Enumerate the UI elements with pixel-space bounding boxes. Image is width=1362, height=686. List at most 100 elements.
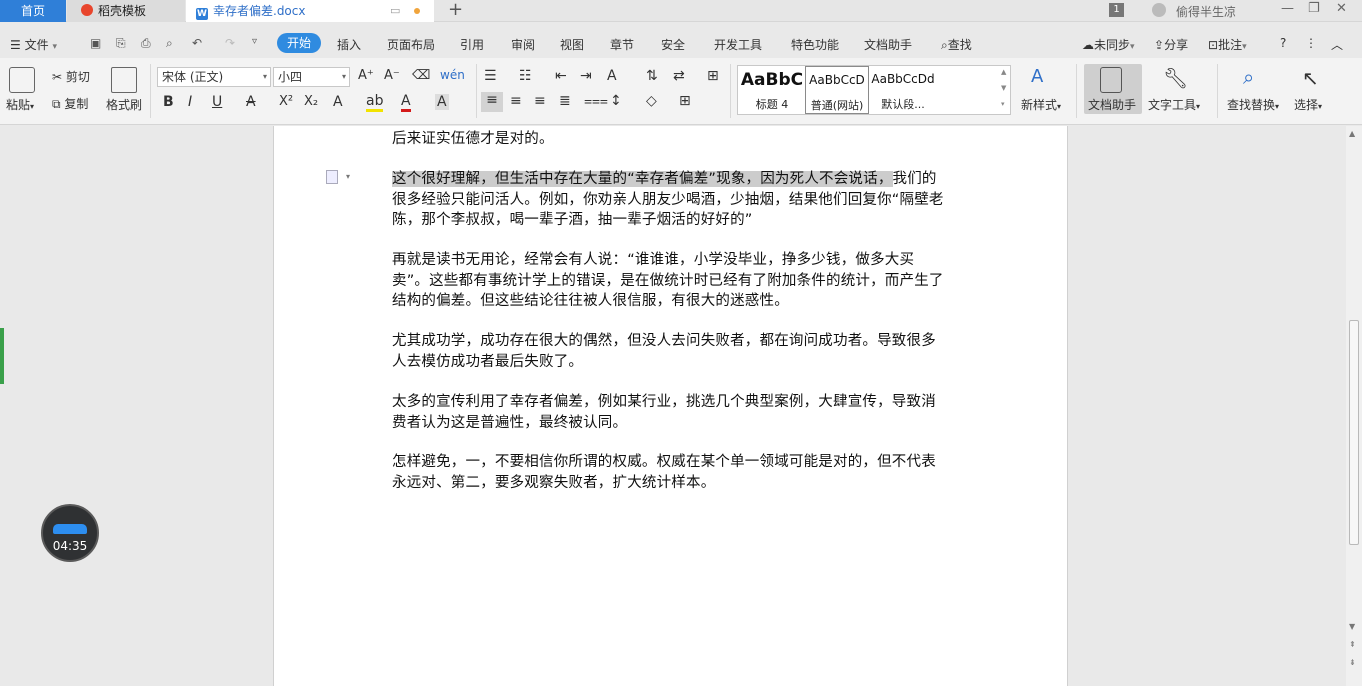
- export-pdf-icon[interactable]: ⎘: [116, 36, 126, 51]
- avatar[interactable]: [1152, 3, 1166, 17]
- tab-home[interactable]: 首页: [0, 0, 66, 22]
- grow-font-icon[interactable]: A⁺: [358, 68, 374, 83]
- table-icon[interactable]: ⊞: [707, 68, 719, 84]
- new-tab-button[interactable]: +: [448, 0, 463, 20]
- chinese-layout-icon[interactable]: A: [607, 68, 617, 84]
- italic-icon[interactable]: I: [188, 94, 192, 110]
- style-normal-web[interactable]: AaBbCcD 普通(网站): [805, 66, 869, 114]
- cursor-icon[interactable]: ↖: [1302, 66, 1319, 90]
- wrench-icon[interactable]: 🔧︎: [1163, 66, 1188, 90]
- more-icon[interactable]: ⋮: [1305, 36, 1317, 50]
- scroll-up-icon[interactable]: ▲: [1349, 129, 1355, 138]
- recording-timer-widget[interactable]: 04:35: [41, 504, 99, 562]
- paste-button[interactable]: 粘贴▾: [6, 96, 34, 113]
- tab-doc-assistant[interactable]: 文档助手: [864, 36, 912, 53]
- line-spacing-icon[interactable]: ↕: [610, 93, 622, 109]
- tab-security[interactable]: 安全: [661, 36, 685, 53]
- share-button[interactable]: ⇪分享: [1154, 36, 1188, 53]
- paragraph-2[interactable]: 这个很好理解，但生活中存在大量的“幸存者偏差”现象，因为死人不会说话，我们的很多…: [392, 169, 948, 231]
- scrollbar-thumb[interactable]: [1349, 320, 1359, 545]
- underline-icon[interactable]: U: [212, 94, 222, 110]
- font-name-select[interactable]: 宋体 (正文) ▾: [157, 67, 271, 87]
- paste-icon[interactable]: [9, 67, 35, 93]
- file-menu[interactable]: ☰ 文件 ▾: [10, 36, 57, 53]
- tab-page-layout[interactable]: 页面布局: [387, 36, 435, 53]
- align-left-icon[interactable]: ≡: [481, 92, 503, 112]
- tab-start[interactable]: 开始: [277, 33, 321, 53]
- find-replace-button[interactable]: 查找替换▾: [1227, 96, 1279, 113]
- tab-references[interactable]: 引用: [460, 36, 484, 53]
- style-expand-icon[interactable]: ▾: [1001, 100, 1005, 108]
- window-count-badge[interactable]: 1: [1109, 3, 1124, 17]
- show-marks-icon[interactable]: ⇄: [673, 68, 685, 84]
- justify-icon[interactable]: ≣: [559, 93, 571, 109]
- highlight-icon[interactable]: ab: [366, 93, 384, 112]
- paragraph-layout-icon[interactable]: [326, 170, 338, 184]
- magnifier-icon[interactable]: ⌕: [1243, 65, 1254, 89]
- border-icon[interactable]: ⊞: [679, 93, 691, 109]
- clear-format-icon[interactable]: ⌫: [412, 68, 430, 83]
- format-painter-icon[interactable]: [111, 67, 137, 93]
- user-name[interactable]: 偷得半生凉: [1176, 3, 1236, 20]
- superscript-icon[interactable]: X²: [279, 94, 293, 109]
- sync-button[interactable]: ☁未同步▾: [1082, 36, 1135, 53]
- strikethrough-icon[interactable]: A: [246, 94, 256, 110]
- tab-insert[interactable]: 插入: [337, 36, 361, 53]
- style-scroll-down-icon[interactable]: ▼: [1001, 84, 1006, 92]
- chevron-down-icon[interactable]: ▾: [346, 172, 350, 181]
- restore-icon[interactable]: ❐: [1308, 1, 1320, 16]
- text-tools-button[interactable]: 文字工具▾: [1148, 96, 1200, 113]
- select-button[interactable]: 选择▾: [1294, 96, 1322, 113]
- cut-button[interactable]: ✂ 剪切: [52, 68, 90, 85]
- tab-features[interactable]: 特色功能: [791, 36, 839, 53]
- quick-access-dropdown-icon[interactable]: ▿: [252, 36, 257, 47]
- tab-section[interactable]: 章节: [610, 36, 634, 53]
- phonetic-guide-icon[interactable]: wén: [440, 68, 465, 82]
- tab-document[interactable]: W 幸存者偏差.docx ▭: [186, 0, 434, 22]
- search-menu[interactable]: ⌕查找: [941, 36, 972, 53]
- subscript-icon[interactable]: X₂: [304, 94, 318, 109]
- tab-view[interactable]: 视图: [560, 36, 584, 53]
- style-default-paragraph[interactable]: AaBbCcDd 默认段...: [870, 66, 936, 114]
- tab-template[interactable]: 稻壳模板: [67, 0, 185, 22]
- numbered-list-icon[interactable]: ☷: [519, 68, 532, 84]
- next-page-icon[interactable]: ⇟: [1349, 658, 1356, 667]
- shrink-font-icon[interactable]: A⁻: [384, 68, 400, 83]
- align-right-icon[interactable]: ≡: [534, 93, 546, 109]
- save-icon[interactable]: ▣: [90, 36, 101, 50]
- text-effect-icon[interactable]: A: [333, 94, 343, 110]
- style-scroll-up-icon[interactable]: ▲: [1001, 68, 1006, 76]
- scroll-down-icon[interactable]: ▼: [1349, 622, 1355, 631]
- print-preview-icon[interactable]: ⌕: [166, 36, 173, 51]
- bullet-list-icon[interactable]: ☰: [484, 68, 497, 84]
- font-size-select[interactable]: 小四 ▾: [273, 67, 350, 87]
- font-color-icon[interactable]: A: [401, 93, 411, 112]
- minimize-icon[interactable]: —: [1281, 1, 1294, 16]
- shading-icon[interactable]: ◇: [646, 93, 657, 109]
- tab-developer[interactable]: 开发工具: [714, 36, 762, 53]
- new-style-icon[interactable]: A: [1031, 66, 1043, 87]
- comment-button[interactable]: ⊡批注▾: [1208, 36, 1247, 53]
- help-icon[interactable]: ?: [1280, 36, 1286, 50]
- close-icon[interactable]: ✕: [1336, 1, 1347, 16]
- paragraph-1[interactable]: 后来证实伍德才是对的。: [392, 129, 948, 150]
- monitor-icon[interactable]: ▭: [390, 0, 400, 22]
- paragraph-3[interactable]: 再就是读书无用论，经常会有人说：“谁谁谁，小学没毕业，挣多少钱，做多大买卖”。这…: [392, 250, 948, 312]
- sort-icon[interactable]: ⇅: [646, 68, 658, 84]
- paragraph-4[interactable]: 尤其成功学，成功存在很大的偶然，但没人去问失败者，都在询问成功者。导致很多人去模…: [392, 331, 948, 372]
- collapse-ribbon-icon[interactable]: ︿: [1331, 36, 1343, 53]
- decrease-indent-icon[interactable]: ⇤: [555, 68, 567, 84]
- prev-page-icon[interactable]: ⇞: [1349, 640, 1356, 649]
- paragraph-5[interactable]: 太多的宣传利用了幸存者偏差，例如某行业，挑选几个典型案例，大肆宣传，导致消费者认…: [392, 392, 948, 433]
- bold-icon[interactable]: B: [163, 94, 174, 110]
- side-dock-handle[interactable]: [0, 328, 4, 384]
- align-center-icon[interactable]: ≡: [510, 93, 522, 109]
- distributed-align-icon[interactable]: ⩶: [584, 93, 608, 109]
- new-style-button[interactable]: 新样式▾: [1021, 96, 1061, 113]
- format-painter-button[interactable]: 格式刷: [106, 96, 142, 113]
- undo-icon[interactable]: ↶: [192, 36, 202, 50]
- increase-indent-icon[interactable]: ⇥: [580, 68, 592, 84]
- copy-button[interactable]: ⧉ 复制: [52, 95, 88, 112]
- print-icon[interactable]: ⎙: [141, 36, 151, 51]
- paragraph-6[interactable]: 怎样避免，一，不要相信你所谓的权威。权威在某个单一领域可能是对的，但不代表永远对…: [392, 452, 948, 493]
